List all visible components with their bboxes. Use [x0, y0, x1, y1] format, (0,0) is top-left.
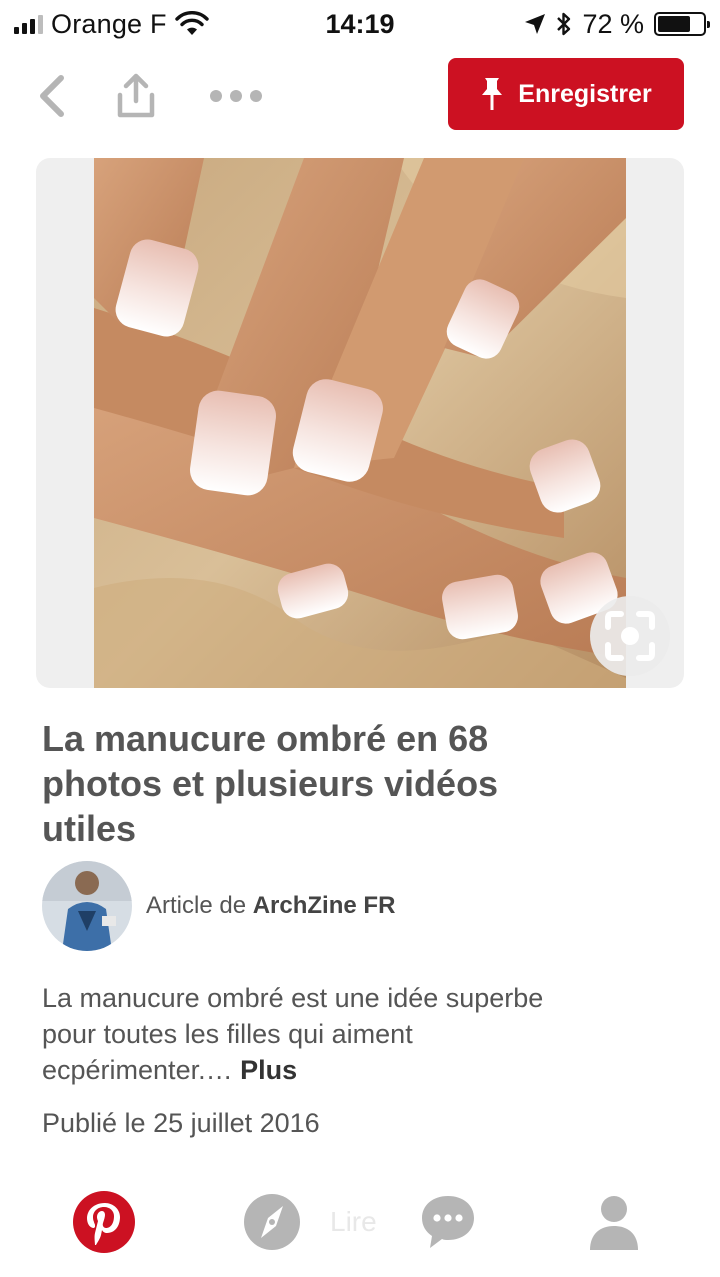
save-button-label: Enregistrer: [518, 79, 652, 108]
share-icon[interactable]: [112, 72, 160, 120]
pin-title: La manucure ombré en 68 photos et plusie…: [42, 718, 499, 849]
status-right: 72 %: [524, 6, 710, 42]
carrier-name: Orange F: [51, 8, 167, 39]
more-link[interactable]: Plus: [240, 1055, 297, 1085]
pin-image-card[interactable]: [36, 158, 684, 688]
battery-fill: [658, 16, 690, 32]
tab-profile[interactable]: [582, 1190, 646, 1254]
author-name[interactable]: ArchZine FR: [253, 892, 396, 919]
author-row[interactable]: Article de ArchZine FR: [42, 861, 395, 951]
author-credit: Article de ArchZine FR: [146, 892, 395, 920]
pinterest-logo-icon: [73, 1191, 135, 1253]
avatar[interactable]: [42, 861, 132, 951]
nails-photo-illustration: [94, 158, 626, 688]
top-nav: Enregistrer: [0, 56, 720, 136]
chat-bubble-icon: [422, 1196, 474, 1248]
tab-home[interactable]: [72, 1190, 136, 1254]
pin-photo[interactable]: [94, 158, 626, 688]
published-date: Publié le 25 juillet 2016: [42, 1108, 320, 1138]
author-avatar-image: [42, 861, 132, 951]
bluetooth-icon: [557, 12, 571, 36]
visual-search-button[interactable]: [590, 596, 670, 676]
pin-description: La manucure ombré est une idée superbe p…: [42, 980, 562, 1088]
signal-strength-icon: [14, 14, 43, 34]
more-dots-icon[interactable]: [206, 72, 266, 120]
status-left: Orange F: [14, 6, 209, 42]
bottom-tab-bar: Lire: [0, 1180, 720, 1277]
pin-icon: [482, 78, 503, 110]
save-button[interactable]: Enregistrer: [448, 58, 684, 130]
profile-icon: [590, 1196, 638, 1250]
battery-icon: [654, 12, 710, 36]
tab-messages[interactable]: [416, 1190, 480, 1254]
compass-icon: [244, 1194, 300, 1250]
wifi-icon: [174, 11, 209, 35]
back-icon[interactable]: [28, 72, 76, 120]
tab-explore[interactable]: [240, 1190, 304, 1254]
author-prefix: Article de: [146, 892, 247, 919]
battery-percent: 72 %: [582, 8, 644, 39]
tab-hidden-label: Lire: [330, 1206, 377, 1237]
status-bar: Orange F 14:19 72 %: [0, 0, 720, 48]
visual-search-icon: [605, 611, 655, 661]
location-arrow-icon: [525, 14, 546, 34]
